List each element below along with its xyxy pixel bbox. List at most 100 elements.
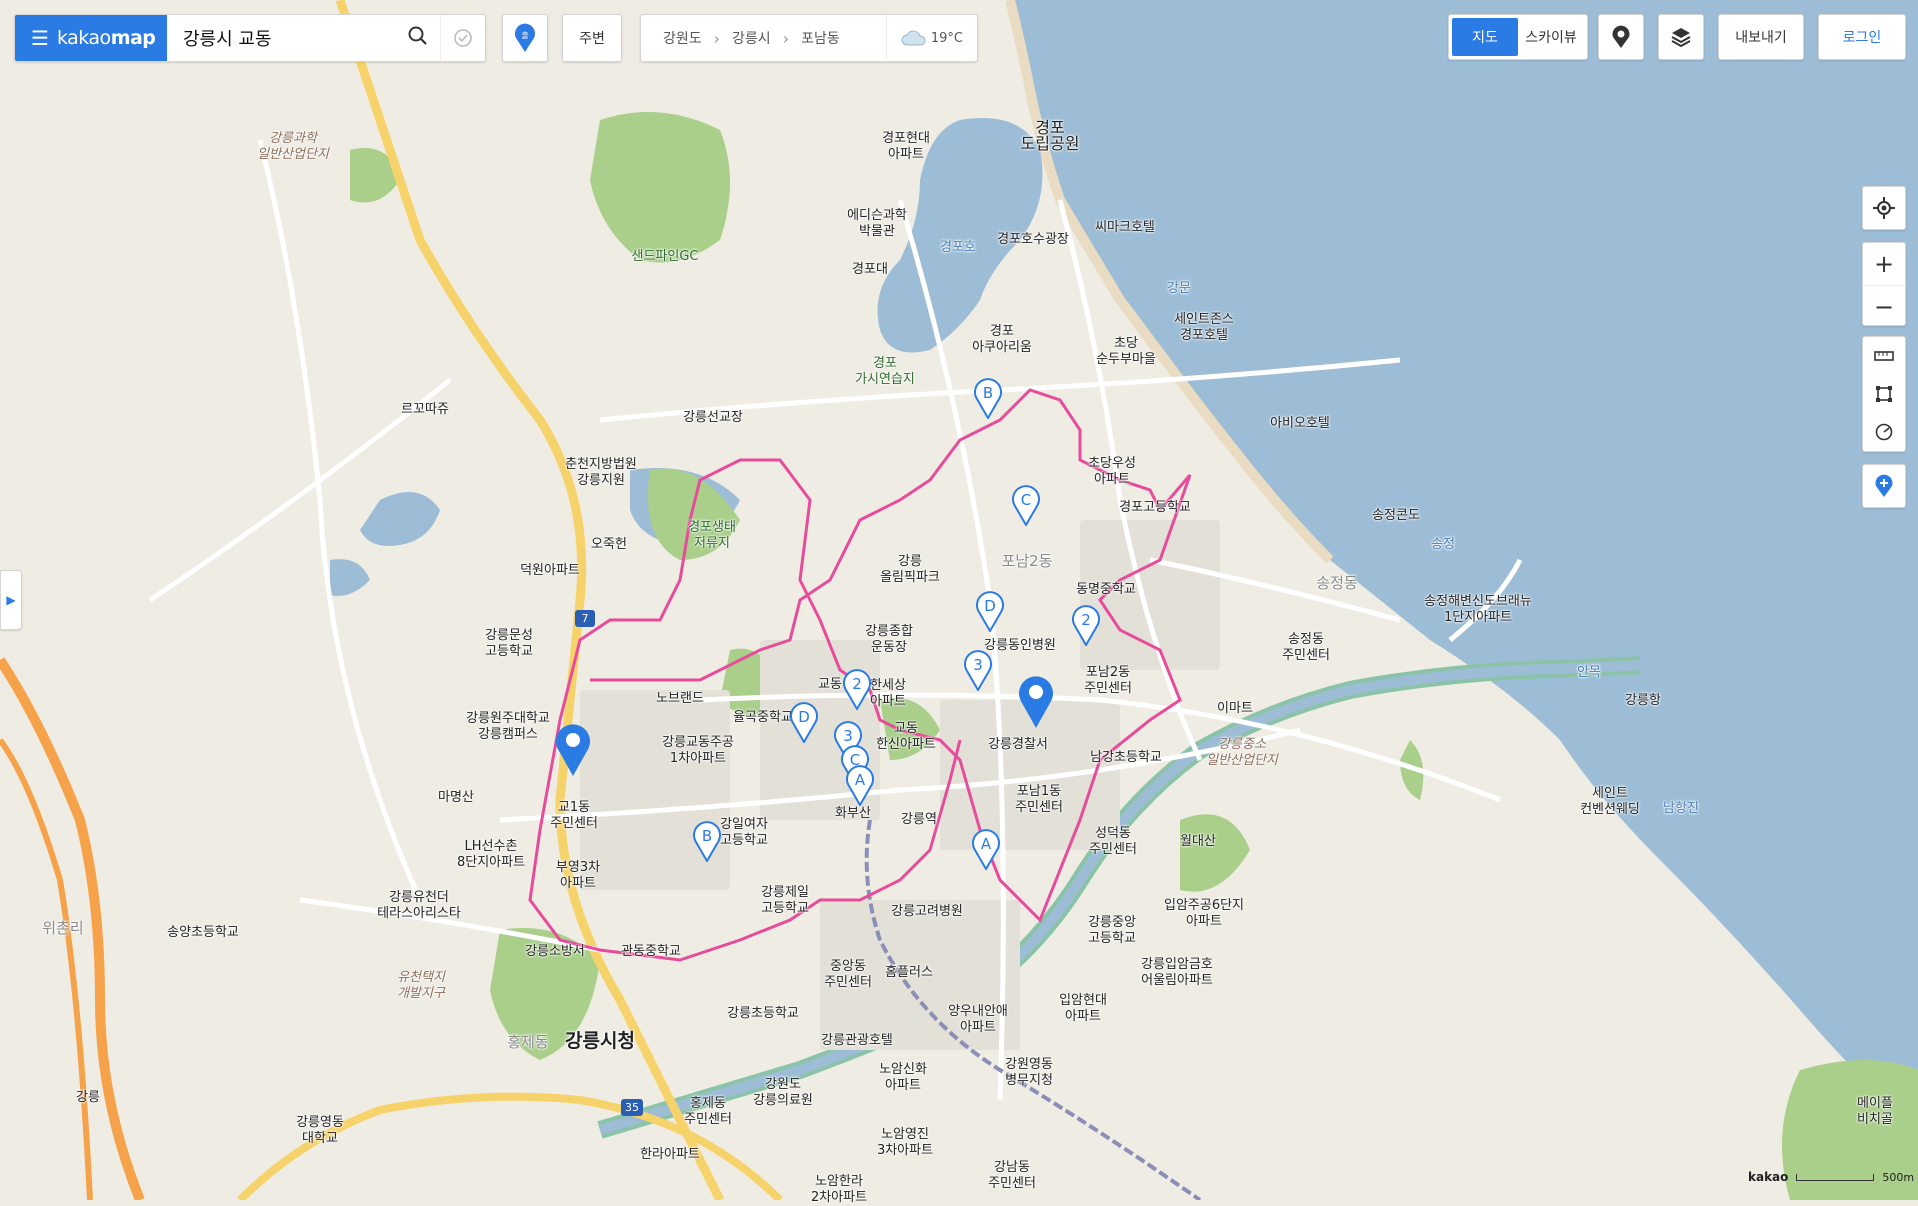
route-start-icon: 출 bbox=[515, 23, 535, 52]
map-label: 송정동 주민센터 bbox=[1282, 632, 1330, 663]
pin-label: 3 bbox=[843, 727, 853, 745]
search-box: ☰ kakaomap 강릉시 교동 bbox=[14, 14, 486, 62]
map-canvas[interactable]: 강릉과학 일반산업단지 경포현대 아파트 경포 도립공원 에디슨과학 박물관 경… bbox=[0, 0, 1918, 1205]
map-label: 강릉역 bbox=[901, 812, 937, 827]
map-label: 강릉 bbox=[76, 1090, 100, 1105]
panel-toggle-button[interactable]: ▶ bbox=[0, 570, 22, 630]
scale-bar bbox=[1796, 1173, 1875, 1181]
map-label: 교동 한신아파트 bbox=[876, 721, 936, 752]
radius-tool-button[interactable] bbox=[1863, 413, 1905, 451]
map-type-skyview[interactable]: 스카이뷰 bbox=[1518, 18, 1584, 56]
map-label: 강릉종합 운동장 bbox=[865, 624, 913, 655]
distance-tool-button[interactable] bbox=[1863, 337, 1905, 375]
selected-location-pin[interactable] bbox=[554, 723, 592, 781]
map-label: 마명산 bbox=[438, 790, 474, 805]
route-button[interactable]: 출 bbox=[502, 14, 548, 62]
map-label: 강릉경찰서 bbox=[988, 737, 1048, 752]
map-label: 르꼬따쥬 bbox=[401, 402, 449, 417]
map-label: 강문 bbox=[1167, 281, 1191, 296]
map-label: LH선수촌 8단지아파트 bbox=[456, 839, 526, 870]
map-label: 강릉영동 대학교 bbox=[296, 1115, 344, 1146]
cloud-icon bbox=[901, 30, 926, 46]
map-label: 홈플러스 bbox=[885, 965, 933, 980]
map-label: 안목 bbox=[1577, 665, 1601, 680]
login-button[interactable]: 로그인 bbox=[1818, 14, 1906, 60]
chevron-right-icon: › bbox=[713, 28, 721, 48]
kakao-logo: kakao bbox=[1748, 1170, 1789, 1184]
search-result-pin[interactable]: C bbox=[1011, 484, 1041, 530]
map-label: 강릉고려병원 bbox=[891, 904, 963, 919]
pin-label: 3 bbox=[973, 656, 983, 674]
pin-label: B bbox=[702, 827, 712, 845]
map-label: 송정 bbox=[1431, 537, 1455, 552]
search-icon[interactable] bbox=[396, 26, 440, 50]
map-label: 아비오호텔 bbox=[1270, 416, 1330, 431]
map-label: 강릉동인병원 bbox=[984, 638, 1056, 653]
map-label: 한라아파트 bbox=[640, 1147, 700, 1162]
add-place-button[interactable] bbox=[1862, 464, 1906, 508]
check-icon[interactable] bbox=[440, 15, 485, 61]
search-result-pin[interactable]: D bbox=[789, 701, 819, 747]
map-label: 남강초등학교 bbox=[1090, 750, 1162, 765]
breadcrumb-dong[interactable]: 포남동 bbox=[801, 28, 840, 48]
pin-label: D bbox=[798, 708, 810, 726]
map-label: 강릉중앙 고등학교 bbox=[1088, 915, 1136, 946]
map-label: 중앙동 주민센터 bbox=[824, 959, 872, 990]
map-label: 동명중학교 bbox=[1076, 582, 1136, 597]
map-label: 남항진 bbox=[1663, 801, 1699, 816]
map-label: 강릉중소 일반산업단지 bbox=[1206, 737, 1278, 768]
map-label: 노암신화 아파트 bbox=[879, 1062, 927, 1093]
roadview-button[interactable] bbox=[1598, 14, 1644, 60]
map-label: 노브랜드 bbox=[656, 691, 704, 706]
roadview-pin-icon bbox=[1612, 25, 1630, 48]
search-input[interactable]: 강릉시 교동 bbox=[167, 25, 396, 51]
map-label: 경포현대 아파트 bbox=[882, 131, 930, 162]
search-result-pin[interactable]: A bbox=[845, 764, 875, 810]
search-result-pin[interactable]: 2 bbox=[1071, 604, 1101, 650]
area-tool-button[interactable] bbox=[1863, 375, 1905, 413]
map-label: 씨마크호텔 bbox=[1095, 220, 1155, 235]
breadcrumb-province[interactable]: 강원도 bbox=[663, 28, 702, 48]
selected-location-pin[interactable] bbox=[1017, 675, 1055, 733]
map-label: 교1동 주민센터 bbox=[550, 800, 598, 831]
search-result-pin[interactable]: 3 bbox=[963, 649, 993, 695]
map-label: 세인트존스 경포호텔 bbox=[1174, 312, 1234, 343]
map-label: 경포 가시연습지 bbox=[855, 356, 915, 387]
kakaomap-logo[interactable]: kakaomap bbox=[57, 27, 156, 49]
search-result-pin[interactable]: 2 bbox=[842, 668, 872, 714]
map-label: 강릉교동주공 1차아파트 bbox=[662, 735, 734, 766]
minus-icon: − bbox=[1873, 292, 1895, 321]
menu-icon[interactable]: ☰ bbox=[31, 28, 49, 48]
map-label: 강릉초등학교 bbox=[727, 1006, 799, 1021]
map-label: 교동 bbox=[818, 677, 842, 692]
map-label: 샌드파인GC bbox=[631, 249, 699, 264]
zoom-in-button[interactable]: + bbox=[1863, 243, 1905, 286]
export-button[interactable]: 내보내기 bbox=[1718, 14, 1804, 60]
map-label: 초당 순두부마을 bbox=[1096, 336, 1156, 367]
map-type-toggle: 지도 스카이뷰 bbox=[1448, 14, 1588, 60]
location-breadcrumb: 강원도 › 강릉시 › 포남동 19°C bbox=[640, 14, 978, 62]
map-label: 강원영동 병무지청 bbox=[1005, 1057, 1053, 1088]
current-location-button[interactable] bbox=[1862, 186, 1906, 230]
map-type-map[interactable]: 지도 bbox=[1452, 18, 1518, 56]
layers-button[interactable] bbox=[1658, 14, 1704, 60]
chevron-right-icon: ▶ bbox=[6, 593, 16, 607]
map-label: 강릉과학 일반산업단지 bbox=[257, 131, 329, 162]
search-result-pin[interactable]: D bbox=[975, 590, 1005, 636]
map-label: 노암영진 3차아파트 bbox=[876, 1127, 934, 1158]
zoom-out-button[interactable]: − bbox=[1863, 286, 1905, 327]
search-result-pin[interactable]: A bbox=[971, 828, 1001, 874]
area-icon bbox=[1876, 386, 1892, 402]
search-result-pin[interactable]: B bbox=[973, 377, 1003, 423]
weather[interactable]: 19°C bbox=[885, 15, 977, 61]
weather-temp: 19°C bbox=[930, 30, 963, 46]
crosshair-icon bbox=[1873, 197, 1895, 219]
svg-text:출: 출 bbox=[521, 30, 528, 40]
map-label: 강릉원주대학교 강릉캠퍼스 bbox=[466, 711, 550, 742]
search-result-pin[interactable]: B bbox=[692, 820, 722, 866]
map-label: 강릉소방서 bbox=[525, 944, 585, 959]
map-label: 오죽헌 bbox=[591, 537, 627, 552]
breadcrumb-city[interactable]: 강릉시 bbox=[732, 28, 771, 48]
nearby-button[interactable]: 주변 bbox=[562, 14, 622, 62]
map-label: 양우내안애 아파트 bbox=[948, 1004, 1008, 1035]
